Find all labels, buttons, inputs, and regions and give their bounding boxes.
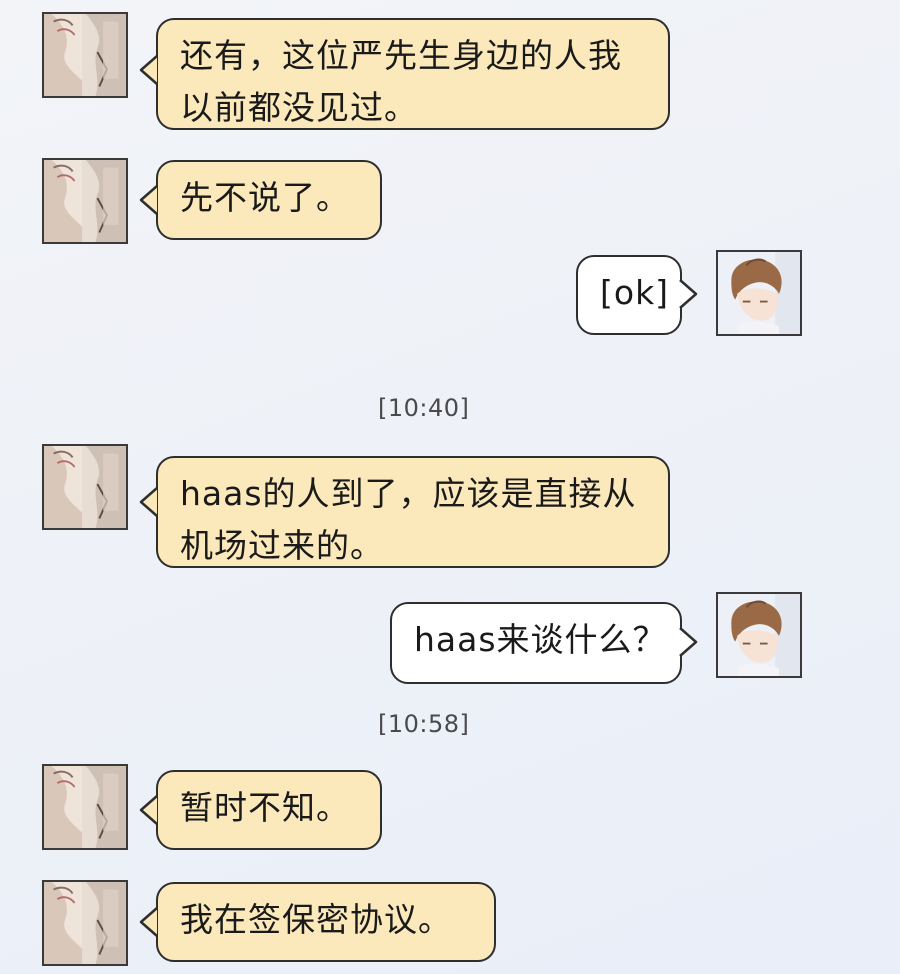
message-bubble[interactable]: haas来谈什么？	[390, 602, 682, 684]
message-line: haas的人到了，应该是直接从	[180, 474, 637, 513]
bubble-tail	[679, 279, 698, 309]
self-avatar[interactable]	[716, 250, 802, 336]
message-bubble[interactable]: [ok]	[576, 255, 682, 335]
message-line: 我在签保密协议。	[180, 900, 452, 939]
message-line: 还有，这位严先生身边的人我	[180, 36, 622, 75]
timestamp: [10:40]	[378, 394, 470, 422]
message-line: 暂时不知。	[180, 788, 350, 827]
message-line: haas来谈什么？	[414, 620, 667, 659]
message-bubble[interactable]: 我在签保密协议。	[156, 882, 496, 962]
timestamp: [10:58]	[378, 710, 470, 738]
contact-avatar[interactable]	[42, 764, 128, 850]
contact-avatar[interactable]	[42, 12, 128, 98]
contact-avatar[interactable]	[42, 880, 128, 966]
message-bubble[interactable]: 先不说了。	[156, 160, 382, 240]
bubble-tail	[139, 487, 158, 517]
contact-avatar[interactable]	[42, 444, 128, 530]
bubble-tail	[139, 55, 158, 85]
bubble-tail	[139, 185, 158, 215]
message-bubble[interactable]: 还有，这位严先生身边的人我 以前都没见过。	[156, 18, 670, 130]
bubble-tail	[139, 795, 158, 825]
message-bubble[interactable]: 暂时不知。	[156, 770, 382, 850]
message-line: 机场过来的。	[180, 526, 384, 565]
message-line: 先不说了。	[180, 178, 350, 217]
bubble-tail	[679, 627, 698, 657]
contact-avatar[interactable]	[42, 158, 128, 244]
message-line: [ok]	[600, 273, 670, 312]
message-bubble[interactable]: haas的人到了，应该是直接从 机场过来的。	[156, 456, 670, 568]
message-line: 以前都没见过。	[180, 88, 418, 127]
bubble-tail	[139, 907, 158, 937]
self-avatar[interactable]	[716, 592, 802, 678]
